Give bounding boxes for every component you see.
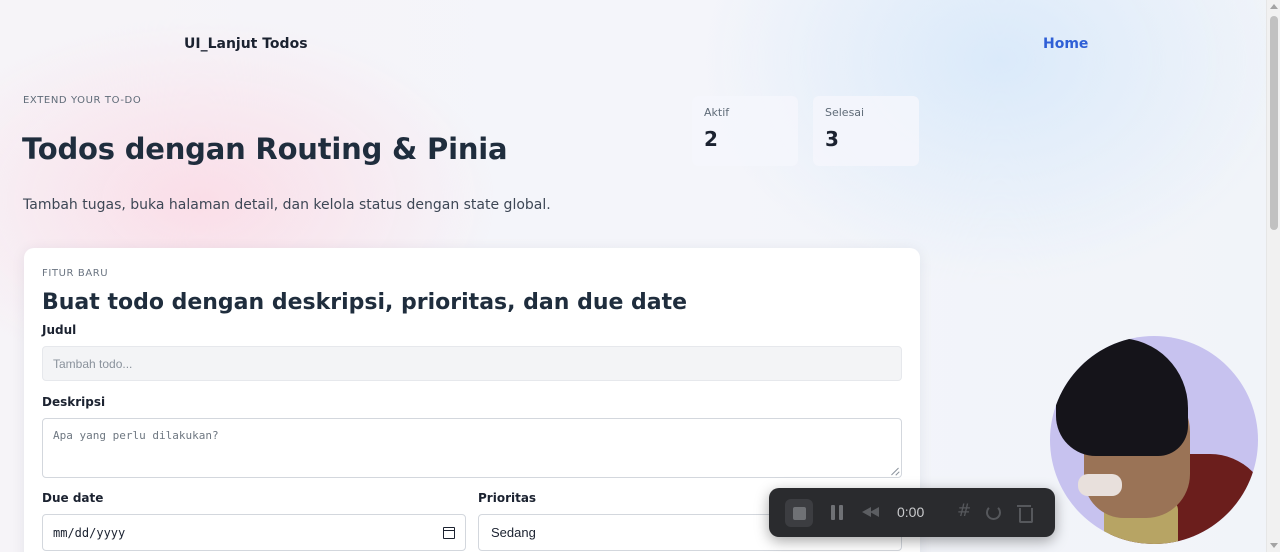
form-eyebrow: FITUR BARU [42, 268, 109, 279]
todo-description-input[interactable] [42, 418, 902, 478]
stat-card-active: Aktif 2 [692, 96, 798, 166]
priority-field-label: Prioritas [478, 491, 537, 505]
resize-grip-icon[interactable] [890, 466, 900, 476]
app-brand[interactable]: UI_Lanjut Todos [184, 36, 308, 52]
calendar-icon[interactable] [443, 526, 455, 539]
stat-done-label: Selesai [825, 106, 865, 119]
page-scrollbar[interactable] [1266, 0, 1280, 552]
due-date-field-label: Due date [42, 491, 104, 505]
nav-home-link[interactable]: Home [1043, 36, 1088, 52]
rewind-icon[interactable] [862, 507, 882, 518]
hero-eyebrow: EXTEND YOUR TO-DO [23, 95, 142, 106]
webcam-overlay[interactable] [1050, 336, 1258, 544]
todo-title-input[interactable] [42, 346, 902, 381]
scrollbar-thumb[interactable] [1270, 16, 1278, 230]
stat-card-done: Selesai 3 [813, 96, 919, 166]
restart-icon[interactable] [986, 505, 1001, 520]
webcam-hair [1056, 338, 1188, 456]
page-title: Todos dengan Routing & Pinia [22, 132, 508, 166]
page-subtitle: Tambah tugas, buka halaman detail, dan k… [23, 197, 551, 213]
webcam-hand [1078, 474, 1122, 496]
due-date-value: mm/dd/yyyy [53, 525, 126, 540]
stop-recording-button[interactable] [785, 499, 813, 527]
title-field-label: Judul [42, 323, 77, 337]
trash-icon[interactable] [1017, 504, 1033, 523]
form-title: Buat todo dengan deskripsi, prioritas, d… [42, 290, 688, 315]
stat-active-label: Aktif [704, 106, 730, 119]
scroll-down-arrow-icon[interactable] [1270, 543, 1278, 548]
pause-icon[interactable] [830, 505, 844, 520]
stat-active-value: 2 [704, 127, 718, 151]
stat-done-value: 3 [825, 127, 839, 151]
scroll-up-arrow-icon[interactable] [1270, 4, 1278, 9]
screen-recorder-toolbar: 0:00 # [769, 488, 1055, 537]
recording-timer: 0:00 [897, 504, 925, 520]
grid-icon[interactable]: # [957, 503, 971, 520]
priority-selected-value: Sedang [491, 525, 536, 540]
stop-icon [793, 507, 806, 520]
description-field-label: Deskripsi [42, 395, 106, 409]
due-date-input[interactable]: mm/dd/yyyy [42, 514, 466, 551]
